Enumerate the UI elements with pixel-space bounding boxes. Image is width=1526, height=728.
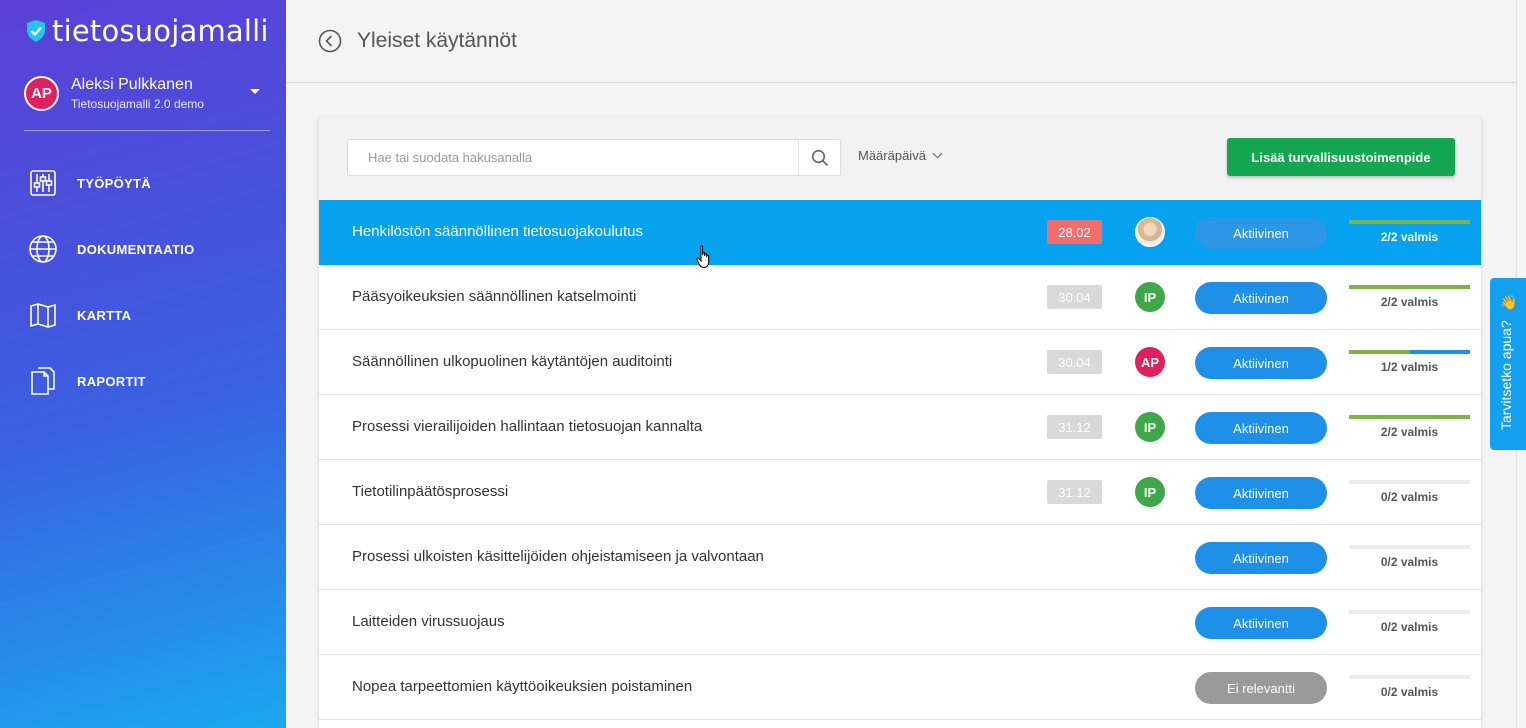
status-button[interactable]: Aktiivinen — [1195, 607, 1327, 639]
status-button[interactable]: Aktiivinen — [1195, 217, 1327, 249]
search-icon[interactable] — [798, 140, 840, 175]
help-label: Tarvitsetko apua? — [1498, 320, 1514, 430]
assignee-avatar[interactable] — [1135, 217, 1165, 247]
assignee-avatar[interactable]: IP — [1135, 282, 1165, 312]
measure-title[interactable]: Prosessi vierailijoiden hallintaan tieto… — [352, 418, 702, 435]
logo-text: tietosuojamalli — [52, 14, 269, 48]
progress-label: 2/2 valmis — [1380, 295, 1439, 309]
divider — [24, 130, 270, 131]
page-header: Yleiset käytännöt — [286, 0, 1516, 83]
progress-fill — [1349, 415, 1470, 419]
status-button[interactable]: Aktiivinen — [1195, 282, 1327, 314]
user-organization: Tietosuojamalli 2.0 demo — [71, 97, 204, 111]
progress-bar — [1349, 220, 1470, 224]
sidebar-nav: TYÖPÖYTÄ DOKUMENTAATIO KARTTA RAPORTIT — [28, 150, 195, 414]
status-button[interactable]: Aktiivinen — [1195, 477, 1327, 509]
user-menu[interactable]: AP Aleksi Pulkkanen Tietosuojamalli 2.0 … — [24, 75, 270, 131]
documents-icon — [28, 365, 58, 397]
progress-label: 0/2 valmis — [1380, 685, 1439, 699]
user-name: Aleksi Pulkkanen — [71, 76, 193, 93]
avatar: AP — [24, 76, 59, 111]
progress-label: 2/2 valmis — [1380, 230, 1439, 244]
measure-title[interactable]: Henkilöstön säännöllinen tietosuojakoulu… — [352, 223, 643, 240]
table-row[interactable]: Säännöllinen ulkopuolinen käytäntöjen au… — [319, 330, 1481, 395]
progress-bar — [1349, 610, 1470, 614]
status-button[interactable]: Aktiivinen — [1195, 347, 1327, 379]
back-arrow-icon[interactable] — [318, 29, 342, 53]
table-row[interactable]: Prosessi vierailijoiden hallintaan tieto… — [319, 395, 1481, 460]
measure-title[interactable]: Pääsyoikeuksien säännöllinen katselmoint… — [352, 288, 636, 305]
progress-bar — [1349, 675, 1470, 679]
progress-label: 0/2 valmis — [1380, 490, 1439, 504]
add-measure-button[interactable]: Lisää turvallisuustoimenpide — [1227, 138, 1455, 176]
table-row[interactable]: Nopea tarpeettomien käyttöoikeuksien poi… — [319, 655, 1481, 720]
status-button[interactable]: Ei relevantti — [1195, 672, 1327, 704]
progress-fill — [1349, 220, 1470, 224]
progress-label: 1/2 valmis — [1380, 360, 1439, 374]
progress-fill — [1349, 350, 1410, 354]
wave-icon: 👋 — [1500, 294, 1518, 310]
due-date-badge: 28.02 — [1047, 220, 1102, 244]
sidebar: tietosuojamalli AP Aleksi Pulkkanen Tiet… — [0, 0, 286, 728]
assignee-avatar[interactable]: IP — [1135, 412, 1165, 442]
globe-icon — [28, 233, 58, 265]
sidebar-item-tyopoyta[interactable]: TYÖPÖYTÄ — [28, 150, 195, 216]
progress-remaining — [1409, 350, 1470, 354]
due-date-badge: 30.04 — [1047, 285, 1102, 309]
assignee-avatar[interactable]: IP — [1135, 477, 1165, 507]
status-button[interactable]: Aktiivinen — [1195, 542, 1327, 574]
progress-label: 0/2 valmis — [1380, 620, 1439, 634]
sidebar-item-raportit[interactable]: RAPORTIT — [28, 348, 195, 414]
list-toolbar: Määräpäivä Lisää turvallisuustoimenpide — [319, 117, 1481, 200]
sort-dropdown[interactable]: Määräpäivä — [858, 148, 943, 163]
page-title: Yleiset käytännöt — [357, 29, 517, 52]
progress-bar — [1349, 545, 1470, 549]
sort-label: Määräpäivä — [858, 148, 926, 163]
progress-bar — [1349, 480, 1470, 484]
due-date-badge: 31.12 — [1047, 480, 1102, 504]
sidebar-item-label: DOKUMENTAATIO — [77, 241, 195, 257]
assignee-avatar[interactable]: AP — [1135, 347, 1165, 377]
table-row[interactable]: Prosessi ulkoisten käsittelijöiden ohjei… — [319, 525, 1481, 590]
progress-bar — [1349, 415, 1470, 419]
sidebar-item-label: KARTTA — [77, 307, 132, 323]
sidebar-item-label: TYÖPÖYTÄ — [77, 175, 151, 191]
table-row[interactable]: Tietotilinpäätösprosessi 31.12 IP Aktiivine… — [319, 460, 1481, 525]
measure-title[interactable]: Prosessi ulkoisten käsittelijöiden ohjei… — [352, 548, 764, 565]
measures-list-card: Määräpäivä Lisää turvallisuustoimenpide … — [319, 117, 1481, 728]
due-date-badge: 30.04 — [1047, 350, 1102, 374]
shield-icon — [27, 20, 45, 42]
progress-label: 0/2 valmis — [1380, 555, 1439, 569]
logo[interactable]: tietosuojamalli — [26, 14, 269, 48]
table-row[interactable]: Henkilöstön säännöllinen tietosuojakoulu… — [319, 200, 1481, 265]
chevron-down-icon — [932, 148, 943, 159]
progress-bar — [1349, 285, 1470, 289]
sidebar-item-kartta[interactable]: KARTTA — [28, 282, 195, 348]
sliders-icon — [28, 167, 58, 199]
progress-bar — [1349, 350, 1470, 354]
progress-label: 2/2 valmis — [1380, 425, 1439, 439]
sidebar-item-dokumentaatio[interactable]: DOKUMENTAATIO — [28, 216, 195, 282]
search-box — [347, 139, 841, 176]
caret-down-icon[interactable] — [250, 89, 260, 94]
measure-title[interactable]: Laitteiden virussuojaus — [352, 613, 505, 630]
measure-title[interactable]: Säännöllinen ulkopuolinen käytäntöjen au… — [352, 353, 672, 370]
table-row[interactable]: Pääsyoikeuksien säännöllinen katselmoint… — [319, 265, 1481, 330]
status-button[interactable]: Aktiivinen — [1195, 412, 1327, 444]
search-input[interactable] — [348, 140, 800, 175]
progress-fill — [1349, 285, 1470, 289]
table-row[interactable]: Laitteiden virussuojaus Aktiivinen 0/2 val… — [319, 590, 1481, 655]
measure-title[interactable]: Nopea tarpeettomien käyttöoikeuksien poi… — [352, 678, 692, 695]
sidebar-item-label: RAPORTIT — [77, 373, 146, 389]
hand-cursor-icon — [696, 245, 710, 269]
help-tab[interactable]: 👋 Tarvitsetko apua? — [1490, 278, 1526, 450]
due-date-badge: 31.12 — [1047, 415, 1102, 439]
measure-title[interactable]: Tietotilinpäätösprosessi — [352, 483, 508, 500]
map-icon — [28, 299, 58, 331]
